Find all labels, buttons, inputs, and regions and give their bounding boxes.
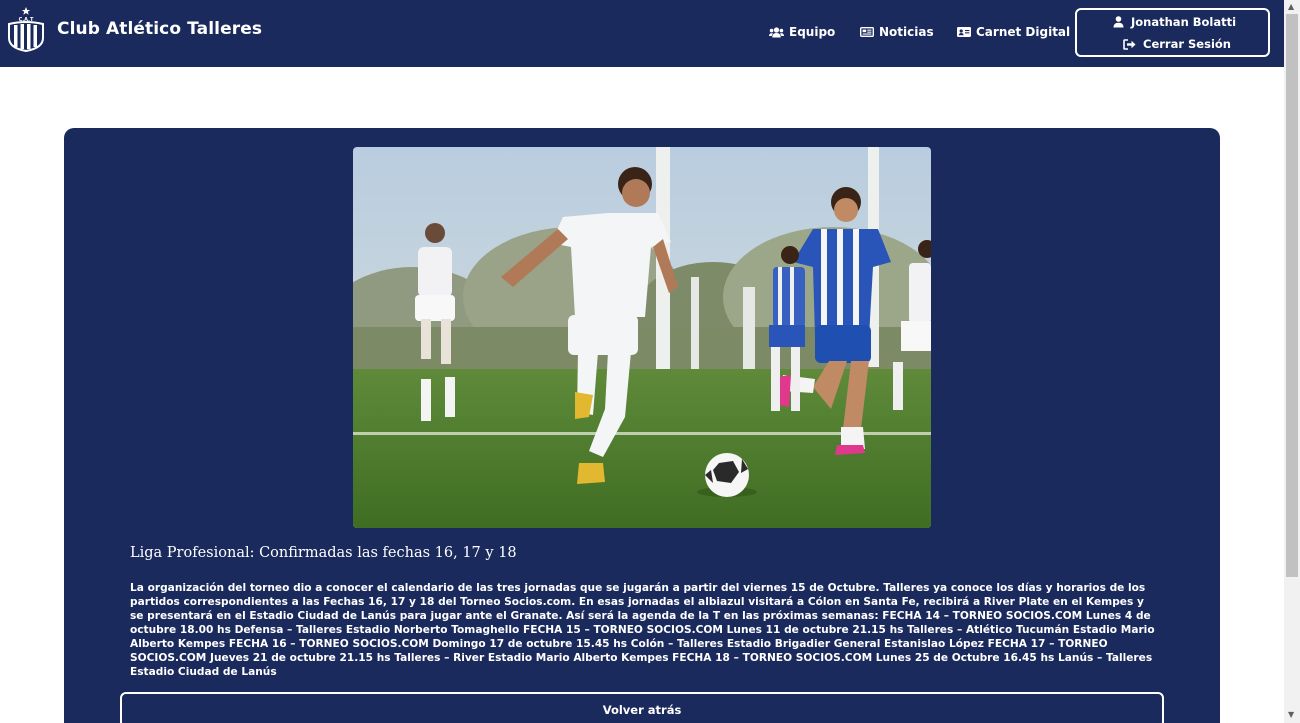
navbar: C.A.T Club Atlético Talleres Equipo Noti… (0, 0, 1284, 67)
club-crest-icon[interactable]: C.A.T (6, 6, 46, 52)
logout-button[interactable]: Cerrar Sesión (1123, 37, 1231, 51)
nav-item-noticias[interactable]: Noticias (860, 23, 934, 41)
user-name: Jonathan Bolatti (1131, 15, 1237, 29)
news-image (353, 147, 931, 528)
nav-item-carnet-digital[interactable]: Carnet Digital (957, 23, 1070, 41)
nav-item-label: Noticias (879, 25, 934, 39)
user-menu[interactable]: Jonathan Bolatti Cerrar Sesión (1075, 8, 1270, 57)
scroll-up-icon[interactable]: ▲ (1288, 3, 1294, 11)
brand-title[interactable]: Club Atlético Talleres (57, 19, 262, 39)
id-card-icon (957, 27, 971, 37)
nav-item-equipo[interactable]: Equipo (769, 23, 835, 41)
user-name-row: Jonathan Bolatti (1113, 15, 1236, 29)
sign-out-icon (1123, 38, 1136, 50)
news-body: La organización del torneo dio a conocer… (130, 582, 1155, 678)
back-button[interactable]: Volver atrás (120, 692, 1164, 723)
news-card: Liga Profesional: Confirmadas las fechas… (64, 128, 1220, 723)
news-title: Liga Profesional: Confirmadas las fechas… (130, 545, 517, 561)
user-icon (1113, 16, 1124, 28)
scrollbar-thumb[interactable] (1286, 14, 1298, 577)
page-scrollbar[interactable]: ▲ ▼ (1284, 0, 1300, 723)
nav-item-label: Equipo (789, 25, 836, 39)
newspaper-icon (860, 27, 874, 37)
nav-item-label: Carnet Digital (976, 25, 1071, 39)
users-icon (769, 26, 784, 37)
scroll-down-icon[interactable]: ▼ (1288, 711, 1294, 719)
logout-label: Cerrar Sesión (1143, 37, 1231, 51)
